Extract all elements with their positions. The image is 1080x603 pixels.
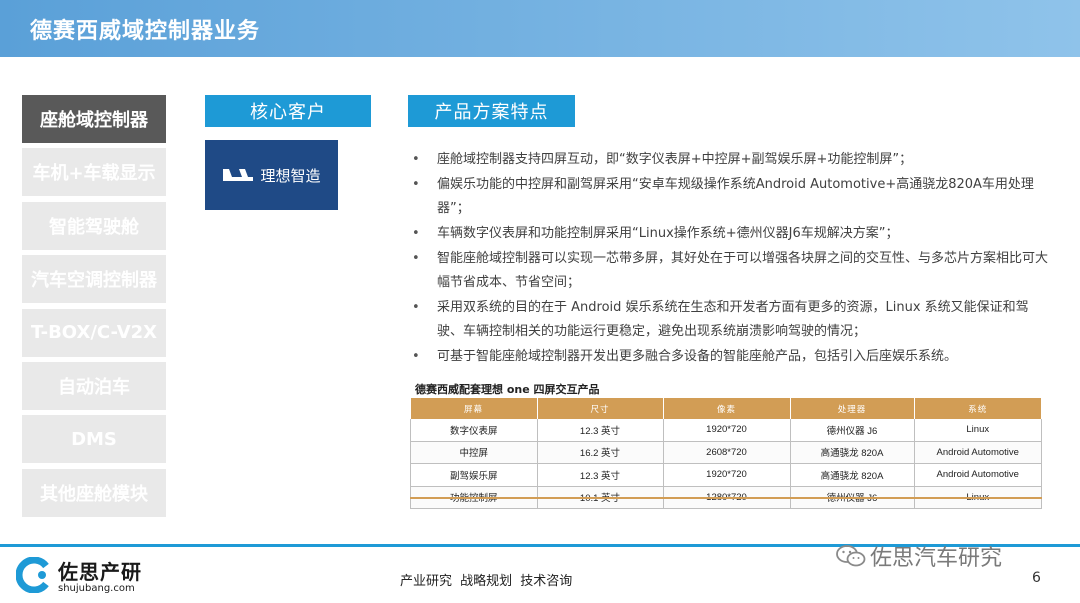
table-cell: 中控屏 [410,441,538,464]
brand-name: 佐思产研 [58,560,142,584]
footer-links: 产业研究 战略规划 技术咨询 [400,574,573,589]
list-item: 车辆数字仪表屏和功能控制屏采用“Linux操作系统+德州仪器J6车规解决方案”； [410,222,1050,246]
table-row: 数字仪表屏 12.3 英寸 1920*720 德州仪器 J6 Linux [410,419,1042,442]
sidebar-item-cockpit-domain-controller[interactable]: 座舱域控制器 [22,95,166,143]
list-item: 座舱域控制器支持四屏互动，即“数字仪表屏+中控屏+副驾娱乐屏+功能控制屏”； [410,148,1050,172]
sidebar-item-other-modules[interactable]: 其他座舱模块 [22,468,166,517]
table-header-cell: 像素 [663,398,791,419]
table-title: 德赛西威配套理想 one 四屏交互产品 [415,383,600,396]
table-cell: Android Automotive [914,441,1042,464]
table-cell: 1920*720 [663,419,791,442]
table-header-row: 屏幕 尺寸 像素 处理器 系统 [410,398,1042,419]
sidebar-item-auto-parking[interactable]: 自动泊车 [22,361,166,410]
list-item: 偏娱乐功能的中控屏和副驾屏采用“安卓车规级操作系统Android Automot… [410,173,1050,221]
customer-logo: 理想智造 [205,140,338,210]
header-bar: 德赛西威域控制器业务 [0,0,1080,57]
table-cell: Android Automotive [914,463,1042,487]
sidebar-item-infotainment-display[interactable]: 车机+车载显示 [22,148,166,197]
sidebar-item-ac-controller[interactable]: 汽车空调控制器 [22,255,166,304]
customer-logo-text: 理想智造 [260,166,321,185]
page-title: 德赛西威域控制器业务 [30,19,261,44]
page-number: 6 [1032,570,1041,586]
table-cell: 12.3 英寸 [537,419,664,442]
table-cell: 2608*720 [663,441,791,464]
wechat-watermark: 佐思汽车研究 [836,540,1002,572]
brand-domain: shujubang.com [58,583,135,594]
table-cell: 高通骁龙 820A [790,441,915,464]
table-cell: 副驾娱乐屏 [410,463,538,487]
sidebar-item-smart-cockpit[interactable]: 智能驾驶舱 [22,201,166,250]
wechat-icon [836,545,866,567]
spec-table: 屏幕 尺寸 像素 处理器 系统 数字仪表屏 12.3 英寸 1920*720 德… [410,398,1042,509]
list-item: 采用双系统的目的在于 Android 娱乐系统在生态和开发者方面有更多的资源，L… [410,296,1050,344]
features-heading: 产品方案特点 [408,95,575,127]
table-header-cell: 系统 [914,398,1042,419]
list-item: 智能座舱域控制器可以实现一芯带多屏，其好处在于可以增强各块屏之间的交互性、与多芯… [410,247,1050,295]
zuosi-logo-icon [16,557,49,593]
brand-logo[interactable]: 佐思产研 shujubang.com [16,556,142,594]
table-header-cell: 屏幕 [410,398,538,419]
list-item: 可基于智能座舱域控制器开发出更多融合多设备的智能座舱产品，包括引入后座娱乐系统。 [410,345,1050,369]
sidebar-item-tbox-cv2x[interactable]: T-BOX/C-V2X [22,308,166,357]
table-cell: 数字仪表屏 [410,419,538,442]
li-auto-logo-icon [223,169,254,181]
table-cell: 1920*720 [663,463,791,487]
sidebar: 座舱域控制器 车机+车载显示 智能驾驶舱 汽车空调控制器 T-BOX/C-V2X… [22,95,166,522]
sidebar-item-dms[interactable]: DMS [22,415,166,464]
table-cell: 12.3 英寸 [537,463,664,487]
table-header-cell: 处理器 [790,398,915,419]
table-cell: 德州仪器 J6 [790,419,915,442]
table-row: 副驾娱乐屏 12.3 英寸 1920*720 高通骁龙 820A Android… [410,463,1042,487]
wechat-account-name: 佐思汽车研究 [870,546,1003,571]
table-bottom-border [410,497,1042,499]
table-header-cell: 尺寸 [537,398,664,419]
table-row: 中控屏 16.2 英寸 2608*720 高通骁龙 820A Android A… [410,441,1042,464]
table-cell: 高通骁龙 820A [790,463,915,487]
table-cell: 16.2 英寸 [537,441,664,464]
table-cell: Linux [914,419,1042,442]
feature-list: 座舱域控制器支持四屏互动，即“数字仪表屏+中控屏+副驾娱乐屏+功能控制屏”； 偏… [410,148,1050,370]
customer-heading: 核心客户 [205,95,371,127]
